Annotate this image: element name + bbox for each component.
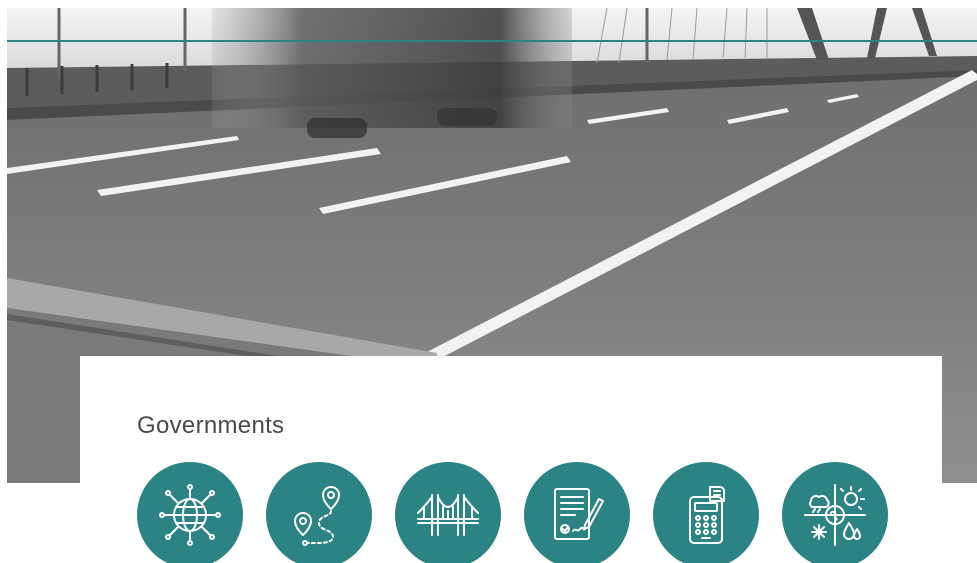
section-title: Governments xyxy=(137,412,285,439)
content-panel: Governments xyxy=(80,356,942,563)
signed-document-button[interactable] xyxy=(524,462,630,563)
globe-network-button[interactable] xyxy=(137,462,243,563)
page: Governments xyxy=(0,0,977,563)
weather-environment-button[interactable] xyxy=(782,462,888,563)
globe-network-icon xyxy=(159,484,221,546)
icon-row xyxy=(137,462,888,563)
signed-document-icon xyxy=(554,488,604,540)
hero-accent-line xyxy=(7,40,977,42)
suspension-bridge-button[interactable] xyxy=(395,462,501,563)
parking-meter-button[interactable] xyxy=(653,462,759,563)
suspension-bridge-icon xyxy=(417,494,479,536)
weather-environment-icon xyxy=(804,484,866,546)
parking-meter-icon xyxy=(689,486,725,544)
route-map-pin-button[interactable] xyxy=(266,462,372,563)
route-map-pin-icon xyxy=(294,486,340,546)
